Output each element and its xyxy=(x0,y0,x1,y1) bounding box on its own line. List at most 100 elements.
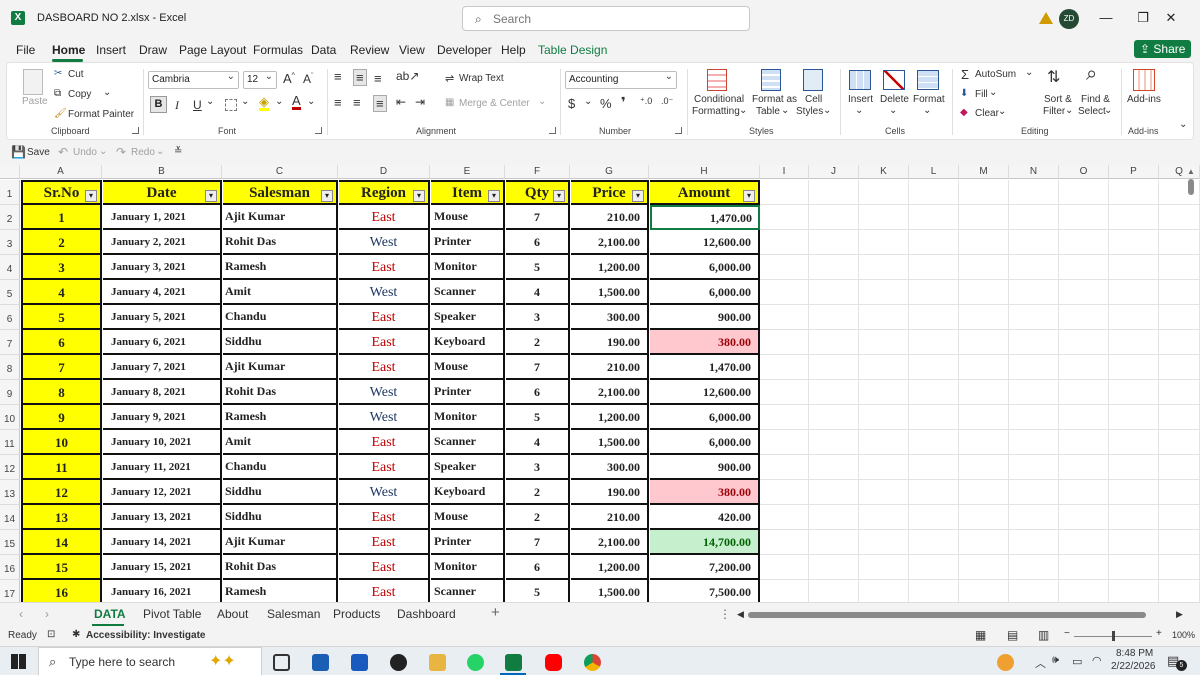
merge-center-icon[interactable]: ▦ xyxy=(445,97,454,108)
cell-salesman[interactable]: Rohit Das xyxy=(223,230,338,255)
cell-amount[interactable]: 14,700.00 xyxy=(650,530,760,555)
conditional-formatting-label[interactable]: Conditional xyxy=(694,94,744,105)
column-header-o[interactable]: O xyxy=(1059,165,1109,179)
row-header-6[interactable]: 6 xyxy=(0,305,20,330)
scroll-right-icon[interactable]: ▶ xyxy=(1176,609,1183,620)
filter-dropdown-icon[interactable]: ▾ xyxy=(553,190,565,202)
merge-dropdown-icon[interactable]: ⌄ xyxy=(538,96,546,107)
task-view-icon[interactable] xyxy=(273,654,290,671)
paste-label[interactable]: Paste xyxy=(22,96,48,107)
ribbon-collapse-icon[interactable]: ⌄ xyxy=(1179,119,1187,130)
cell-date[interactable]: January 16, 2021 xyxy=(103,580,222,602)
whatsapp-icon[interactable] xyxy=(467,654,484,671)
sort-filter-label-2[interactable]: Filter xyxy=(1043,106,1065,117)
menu-draw[interactable]: Draw xyxy=(139,43,167,57)
align-right-icon[interactable]: ≡ xyxy=(373,95,387,112)
cell-price[interactable]: 1,500.00 xyxy=(571,580,649,602)
cell-sr-no[interactable]: 13 xyxy=(21,505,102,530)
menu-developer[interactable]: Developer xyxy=(437,43,492,57)
redo-button[interactable]: Redo xyxy=(131,147,155,158)
sort-filter-button[interactable]: Sort & xyxy=(1044,94,1072,105)
cell-salesman[interactable]: Amit xyxy=(223,430,338,455)
cell-sr-no[interactable]: 5 xyxy=(21,305,102,330)
row-header-12[interactable]: 12 xyxy=(0,455,20,480)
zoom-in-icon[interactable]: + xyxy=(1156,628,1162,639)
cell-item[interactable]: Scanner xyxy=(431,280,505,305)
delete-cells-icon[interactable] xyxy=(883,70,905,90)
tab-salesman[interactable]: Salesman xyxy=(267,607,320,621)
cell-qty[interactable]: 3 xyxy=(506,305,570,330)
decrease-font-icon[interactable]: Aˇ xyxy=(303,72,313,86)
cell-date[interactable]: January 7, 2021 xyxy=(103,355,222,380)
cell-date[interactable]: January 5, 2021 xyxy=(103,305,222,330)
tab-pivot-table[interactable]: Pivot Table xyxy=(143,607,201,621)
vertical-scrollbar[interactable] xyxy=(1188,179,1194,195)
page-layout-view-icon[interactable]: ▤ xyxy=(1007,628,1018,642)
menu-home[interactable]: Home xyxy=(52,43,85,57)
align-left-icon[interactable]: ≡ xyxy=(334,95,342,110)
share-button[interactable]: ⇪ Share xyxy=(1134,40,1191,58)
cell-item[interactable]: Printer xyxy=(431,530,505,555)
macro-record-icon[interactable]: ⊡ xyxy=(47,629,55,640)
tab-dashboard[interactable]: Dashboard xyxy=(397,607,456,621)
cell-item[interactable]: Printer xyxy=(431,380,505,405)
fill-color-dropdown-icon[interactable]: ⌄ xyxy=(275,96,283,107)
filter-dropdown-icon[interactable]: ▾ xyxy=(488,190,500,202)
column-header-c[interactable]: C xyxy=(222,165,338,179)
format-painter-icon[interactable]: 🖌 xyxy=(54,108,67,119)
row-header-14[interactable]: 14 xyxy=(0,505,20,530)
cell-price[interactable]: 1,500.00 xyxy=(571,280,649,305)
increase-decimal-icon[interactable]: ⁺.0 xyxy=(640,96,652,107)
cell-salesman[interactable]: Ajit Kumar xyxy=(223,205,338,230)
filter-dropdown-icon[interactable]: ▾ xyxy=(413,190,425,202)
minimize-icon[interactable]: — xyxy=(1096,10,1116,25)
cell-salesman[interactable]: Chandu xyxy=(223,455,338,480)
orientation-icon[interactable]: ab↗ xyxy=(396,69,419,83)
cell-qty[interactable]: 6 xyxy=(506,230,570,255)
cell-amount[interactable]: 12,600.00 xyxy=(650,230,760,255)
underline-icon[interactable]: U xyxy=(193,98,202,112)
undo-button[interactable]: Undo xyxy=(73,147,97,158)
cell-qty[interactable]: 5 xyxy=(506,255,570,280)
cell-region[interactable]: East xyxy=(339,305,430,330)
cell-date[interactable]: January 9, 2021 xyxy=(103,405,222,430)
cell-region[interactable]: West xyxy=(339,480,430,505)
scroll-left-icon[interactable]: ◀ xyxy=(737,609,744,620)
cell-price[interactable]: 1,200.00 xyxy=(571,555,649,580)
cell-region[interactable]: West xyxy=(339,230,430,255)
borders-dropdown-icon[interactable]: ⌄ xyxy=(241,96,249,107)
cell-salesman[interactable]: Ramesh xyxy=(223,580,338,602)
menu-formulas[interactable]: Formulas xyxy=(253,43,303,57)
undo-icon[interactable]: ↶ xyxy=(58,145,68,159)
cell-price[interactable]: 210.00 xyxy=(571,355,649,380)
fill-button[interactable]: Fill xyxy=(975,89,988,100)
cell-price[interactable]: 210.00 xyxy=(571,205,649,230)
accessibility-status[interactable]: Accessibility: Investigate xyxy=(86,630,206,641)
battery-icon[interactable]: ▭ xyxy=(1072,655,1082,668)
cut-icon[interactable]: ✂ xyxy=(54,68,62,79)
filter-dropdown-icon[interactable]: ▾ xyxy=(321,190,333,202)
currency-dropdown-icon[interactable]: ⌄ xyxy=(584,96,592,107)
cell-qty[interactable]: 5 xyxy=(506,580,570,602)
row-header-4[interactable]: 4 xyxy=(0,255,20,280)
filter-dropdown-icon[interactable]: ▾ xyxy=(743,190,755,202)
clock-time[interactable]: 8:48 PM xyxy=(1116,648,1153,659)
cell-amount[interactable]: 420.00 xyxy=(650,505,760,530)
column-header-n[interactable]: N xyxy=(1009,165,1059,179)
wrap-text-button[interactable]: Wrap Text xyxy=(459,73,504,84)
cell-qty[interactable]: 4 xyxy=(506,430,570,455)
cell-qty[interactable]: 7 xyxy=(506,530,570,555)
insert-cells-button[interactable]: Insert xyxy=(848,94,873,105)
cell-sr-no[interactable]: 9 xyxy=(21,405,102,430)
cell-price[interactable]: 1,500.00 xyxy=(571,430,649,455)
cell-sr-no[interactable]: 8 xyxy=(21,380,102,405)
cell-amount[interactable]: 900.00 xyxy=(650,455,760,480)
cell-item[interactable]: Keyboard xyxy=(431,330,505,355)
format-cells-icon[interactable] xyxy=(917,70,939,90)
cell-date[interactable]: January 1, 2021 xyxy=(103,205,222,230)
cell-sr-no[interactable]: 11 xyxy=(21,455,102,480)
cell-region[interactable]: East xyxy=(339,505,430,530)
cell-date[interactable]: January 15, 2021 xyxy=(103,555,222,580)
column-header-d[interactable]: D xyxy=(338,165,430,179)
cell-price[interactable]: 1,200.00 xyxy=(571,405,649,430)
